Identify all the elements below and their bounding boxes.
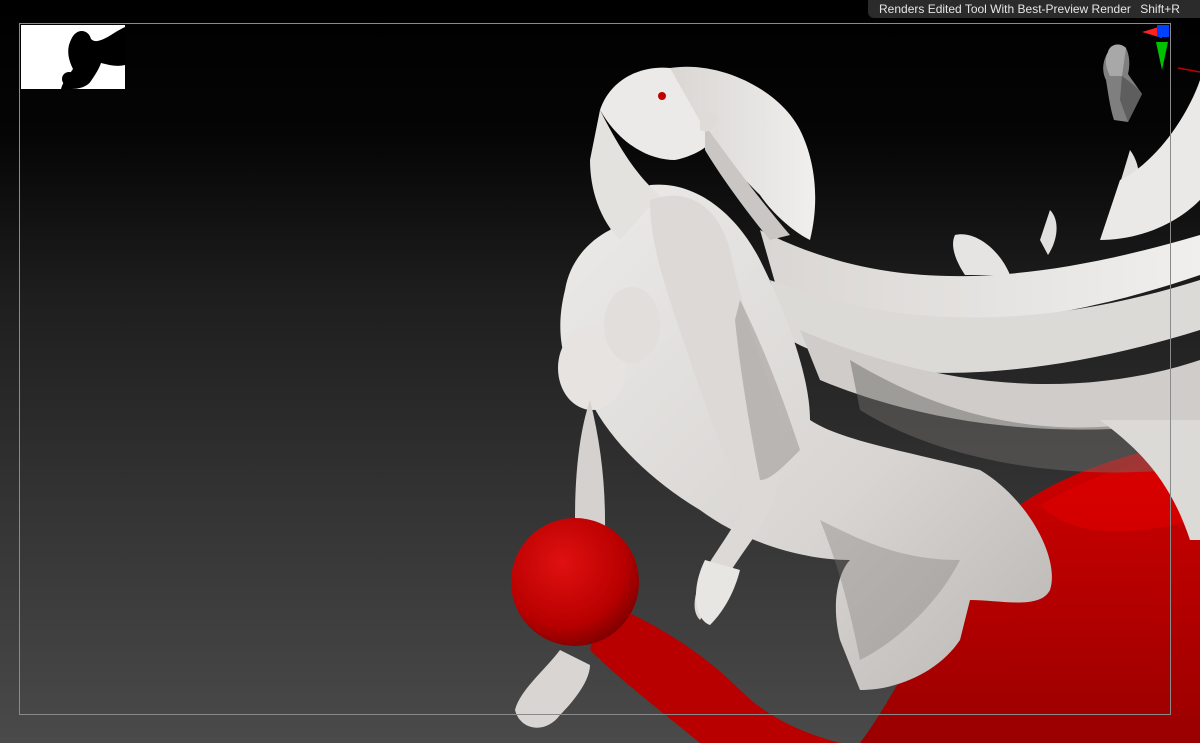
tooltip: Renders Edited Tool With Best-Preview Re…: [868, 0, 1200, 18]
red-rod: [590, 600, 840, 743]
canvas-viewport[interactable]: Renders Edited Tool With Best-Preview Re…: [0, 0, 1200, 743]
head-navigation-icon[interactable]: [1080, 22, 1200, 132]
tooltip-text: Renders Edited Tool With Best-Preview Re…: [879, 2, 1131, 16]
tooltip-shortcut: Shift+R: [1140, 2, 1180, 16]
back-arm: [515, 650, 590, 728]
eye: [658, 92, 666, 100]
axis-gizmo-icon: [1142, 25, 1169, 70]
red-sphere: [511, 518, 639, 646]
sculpt-model[interactable]: [0, 0, 1200, 743]
silhouette-thumbnail-icon[interactable]: [21, 25, 125, 89]
